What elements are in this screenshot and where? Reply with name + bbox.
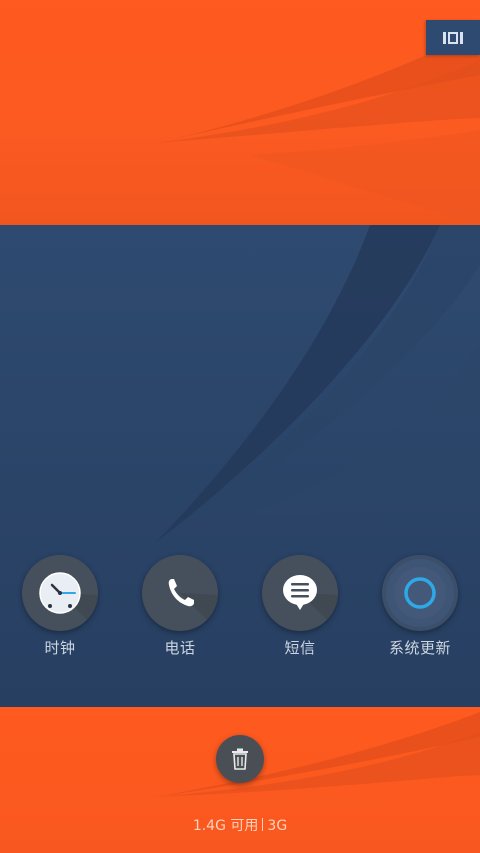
app-label-messages: 短信 (284, 639, 316, 657)
app-label-phone: 电话 (164, 639, 196, 657)
system-update-icon (386, 559, 454, 627)
trash-icon (232, 748, 248, 770)
app-icon-phone[interactable] (142, 555, 218, 631)
app-label-system-update: 系统更新 (388, 639, 451, 657)
phone-icon (168, 579, 218, 631)
app-messages[interactable]: 短信 (240, 555, 360, 658)
memory-divider (262, 818, 264, 831)
app-icon-messages[interactable] (262, 555, 338, 631)
memory-available: 1.4G 可用 (192, 818, 259, 834)
multiwindow-icon (443, 31, 463, 44)
message-icon (283, 575, 338, 631)
clock-icon (39, 572, 98, 631)
multiwindow-button[interactable] (426, 20, 480, 55)
app-system-update[interactable]: 系统更新 (360, 555, 480, 658)
app-label-clock: 时钟 (44, 639, 76, 657)
app-clock[interactable]: 时钟 (0, 555, 120, 658)
app-icon-system-update[interactable] (382, 555, 458, 631)
recent-card-top[interactable] (0, 0, 480, 225)
memory-total: 3G (267, 818, 288, 834)
recent-apps-row: 时钟 电话 短信 系统更新 (0, 555, 480, 665)
wallpaper-swoosh (155, 30, 480, 225)
recent-apps-screen: 时钟 电话 短信 系统更新 1.4G 可用 3G (0, 0, 480, 853)
app-icon-clock[interactable] (22, 555, 98, 631)
app-phone[interactable]: 电话 (120, 555, 240, 658)
memory-status: 1.4G 可用 3G (0, 815, 480, 835)
clear-all-button[interactable] (216, 735, 264, 783)
